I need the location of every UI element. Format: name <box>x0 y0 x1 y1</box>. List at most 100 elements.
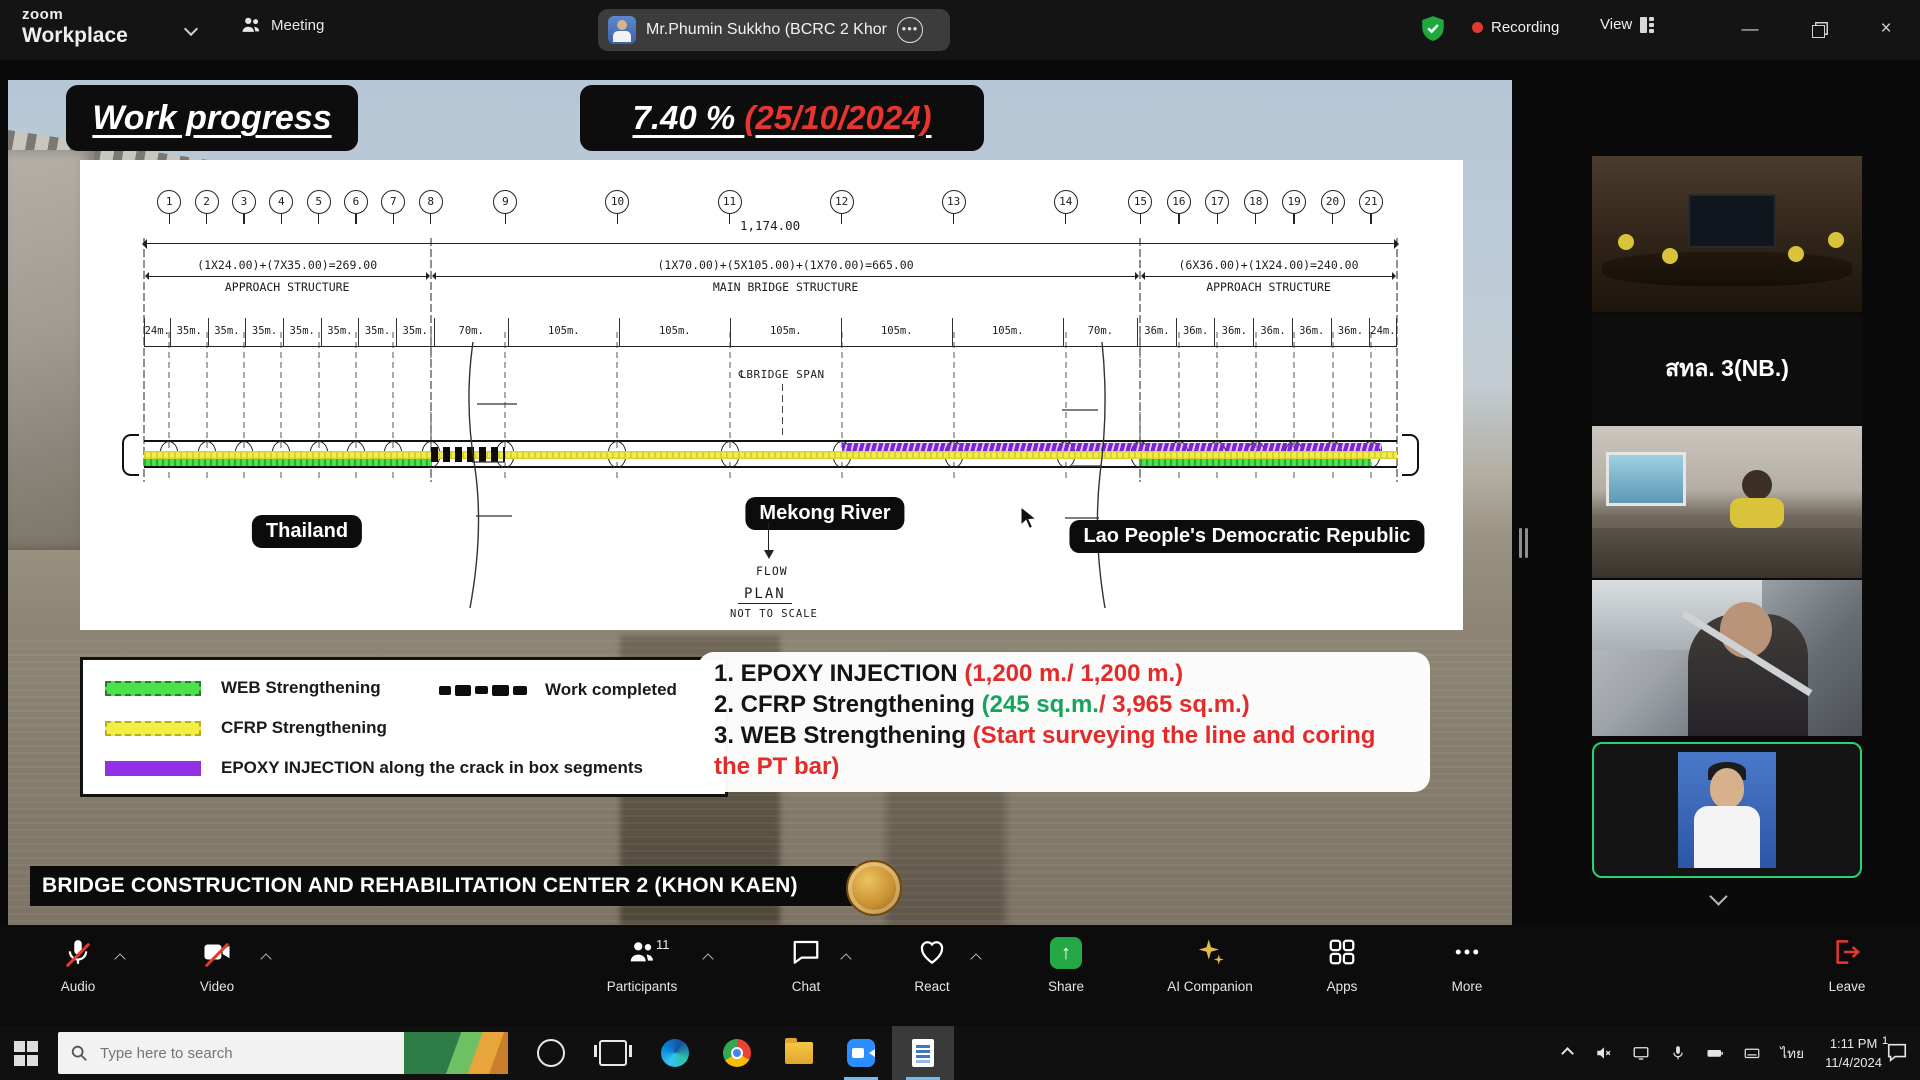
taskbar-app-edge[interactable] <box>644 1026 706 1080</box>
status-item-1: 1. EPOXY INJECTION (1,200 m./ 1,200 m.) <box>714 658 1414 689</box>
taskbar-search[interactable] <box>58 1032 508 1074</box>
legend-web-label: WEB Strengthening <box>221 678 381 698</box>
video-button[interactable]: Video <box>162 937 272 1017</box>
restore-button[interactable] <box>1803 14 1833 44</box>
panel-resize-handle[interactable] <box>1519 528 1529 558</box>
input-keyboard-icon[interactable] <box>1737 1038 1767 1068</box>
pier-badge-16: 16 <box>1167 190 1191 224</box>
titlebar: zoom Workplace Meeting Mr.Phumin Sukkho … <box>0 0 1920 60</box>
span-cell-1: 35m. <box>170 318 208 346</box>
participant-video-3[interactable] <box>1592 426 1862 578</box>
apps-button[interactable]: Apps <box>1298 937 1386 1017</box>
minimize-button[interactable]: — <box>1735 14 1765 44</box>
display-icon[interactable] <box>1626 1038 1656 1068</box>
plan-label: PLAN <box>738 586 792 604</box>
legend-web: WEB Strengthening <box>105 678 381 698</box>
battery-icon[interactable] <box>1700 1038 1730 1068</box>
pier-badge-8: 8 <box>419 190 443 224</box>
tab-active-speaker[interactable]: Mr.Phumin Sukkho (BCRC 2 Khor ••• <box>598 9 950 51</box>
start-button[interactable] <box>14 1041 40 1067</box>
chat-button[interactable]: Chat <box>762 937 850 1017</box>
react-button[interactable]: React <box>884 937 980 1017</box>
security-shield-icon[interactable] <box>1420 15 1446 43</box>
view-button[interactable]: View <box>1600 16 1654 33</box>
pier-badge-21: 21 <box>1359 190 1383 224</box>
speaker-muted-icon[interactable] <box>1589 1038 1619 1068</box>
span-cell-21: 24m. <box>1369 318 1396 346</box>
mouse-cursor <box>1020 506 1038 530</box>
action-center-button[interactable]: 1 <box>1886 1041 1916 1065</box>
legend-box: WEB Strengthening Work completed CFRP St… <box>80 657 728 797</box>
close-button[interactable]: × <box>1871 14 1901 44</box>
taskview-icon <box>599 1040 627 1066</box>
bridge-deck <box>144 440 1397 468</box>
recording-indicator[interactable]: Recording <box>1472 19 1559 36</box>
span-cell-17: 36m. <box>1214 318 1253 346</box>
search-highlight-image[interactable] <box>404 1032 508 1074</box>
participant-video-1[interactable] <box>1592 156 1862 312</box>
taskbar-app-taskview[interactable] <box>582 1026 644 1080</box>
taskbar-app-doc[interactable] <box>892 1026 954 1080</box>
participants-video-strip: สทล. 3(NB.) <box>1592 156 1862 880</box>
ai-icon <box>1142 937 1278 975</box>
tab-options-icon[interactable]: ••• <box>897 17 923 43</box>
chevron-up-icon[interactable] <box>1552 1038 1582 1068</box>
section-dim-0: (1X24.00)+(7X35.00)=269.00APPROACH STRUC… <box>144 258 431 302</box>
dimension-line <box>144 243 1397 244</box>
span-cell-5: 35m. <box>321 318 359 346</box>
search-input[interactable] <box>98 1044 352 1063</box>
pier-badge-15: 15 <box>1128 190 1152 224</box>
share-screen-icon: ↑ <box>1050 937 1082 969</box>
pier-badge-20: 20 <box>1321 190 1345 224</box>
audio-button[interactable]: Audio <box>28 937 128 1017</box>
view-label: View <box>1600 16 1632 33</box>
tab-meeting[interactable]: Meeting <box>240 14 324 36</box>
legend-completed-label: Work completed <box>545 680 677 700</box>
more-button[interactable]: More <box>1422 937 1512 1017</box>
participant-name-tile[interactable]: สทล. 3(NB.) <box>1592 314 1862 424</box>
video-options-chevron[interactable] <box>262 951 270 966</box>
flow-label: FLOW <box>756 564 788 578</box>
audio-options-chevron[interactable] <box>116 951 124 966</box>
total-length-dimension: 1,174.00 <box>144 222 1397 252</box>
taskbar-app-chrome[interactable] <box>706 1026 768 1080</box>
ai-button[interactable]: AI Companion <box>1142 937 1278 1017</box>
deck-top-line <box>144 440 1397 442</box>
zoomapp-icon <box>847 1039 875 1067</box>
chat-options-chevron[interactable] <box>842 951 850 966</box>
pier-badge-3: 3 <box>232 190 256 224</box>
language-indicator[interactable]: ไทย <box>1774 1042 1810 1064</box>
participants-button[interactable]: 11Participants <box>572 937 712 1017</box>
pier-badge-1: 1 <box>157 190 181 224</box>
participants-options-chevron[interactable] <box>704 951 712 966</box>
progress-date: (25/10/2024) <box>744 99 931 136</box>
pier-badge-19: 19 <box>1282 190 1306 224</box>
participant-video-4[interactable] <box>1592 580 1862 736</box>
react-options-chevron[interactable] <box>972 951 980 966</box>
taskbar-app-explorer[interactable] <box>768 1026 830 1080</box>
epoxy-injection-swatch <box>105 761 201 776</box>
pier-badge-11: 11 <box>718 190 742 224</box>
action-center-icon <box>1886 1041 1908 1063</box>
clock-time: 1:11 PM <box>1825 1034 1882 1053</box>
share-button[interactable]: ↑Share <box>1016 937 1116 1017</box>
workspace-dropdown-icon[interactable] <box>184 22 198 36</box>
share-icon: ↑ <box>1016 937 1116 975</box>
taskbar-app-cortana[interactable] <box>520 1026 582 1080</box>
react-icon <box>884 937 980 975</box>
section-dim-2: (6X36.00)+(1X24.00)=240.00APPROACH STRUC… <box>1140 258 1396 302</box>
flow-arrow-icon <box>768 522 769 556</box>
tab-meeting-label: Meeting <box>271 17 324 34</box>
brand-zoom: zoom <box>22 7 128 22</box>
more-videos-chevron-icon[interactable] <box>1712 890 1742 908</box>
leave-button[interactable]: Leave <box>1792 937 1902 1017</box>
web-strip-right <box>1140 459 1371 466</box>
taskbar-clock[interactable]: 1:11 PM 11/4/2024 <box>1825 1034 1882 1072</box>
bridge-plan-diagram: 1,174.00 (1X24.00)+(7X35.00)=269.00APPRO… <box>80 160 1463 630</box>
status-item-3: 3. WEB Strengthening (Start surveying th… <box>714 720 1414 782</box>
participant-video-5[interactable] <box>1592 742 1862 878</box>
taskbar-app-zoomapp[interactable] <box>830 1026 892 1080</box>
progress-title: 7.40 % (25/10/2024) <box>580 85 984 151</box>
span-cell-8: 70m. <box>434 318 508 346</box>
mic-icon[interactable] <box>1663 1038 1693 1068</box>
